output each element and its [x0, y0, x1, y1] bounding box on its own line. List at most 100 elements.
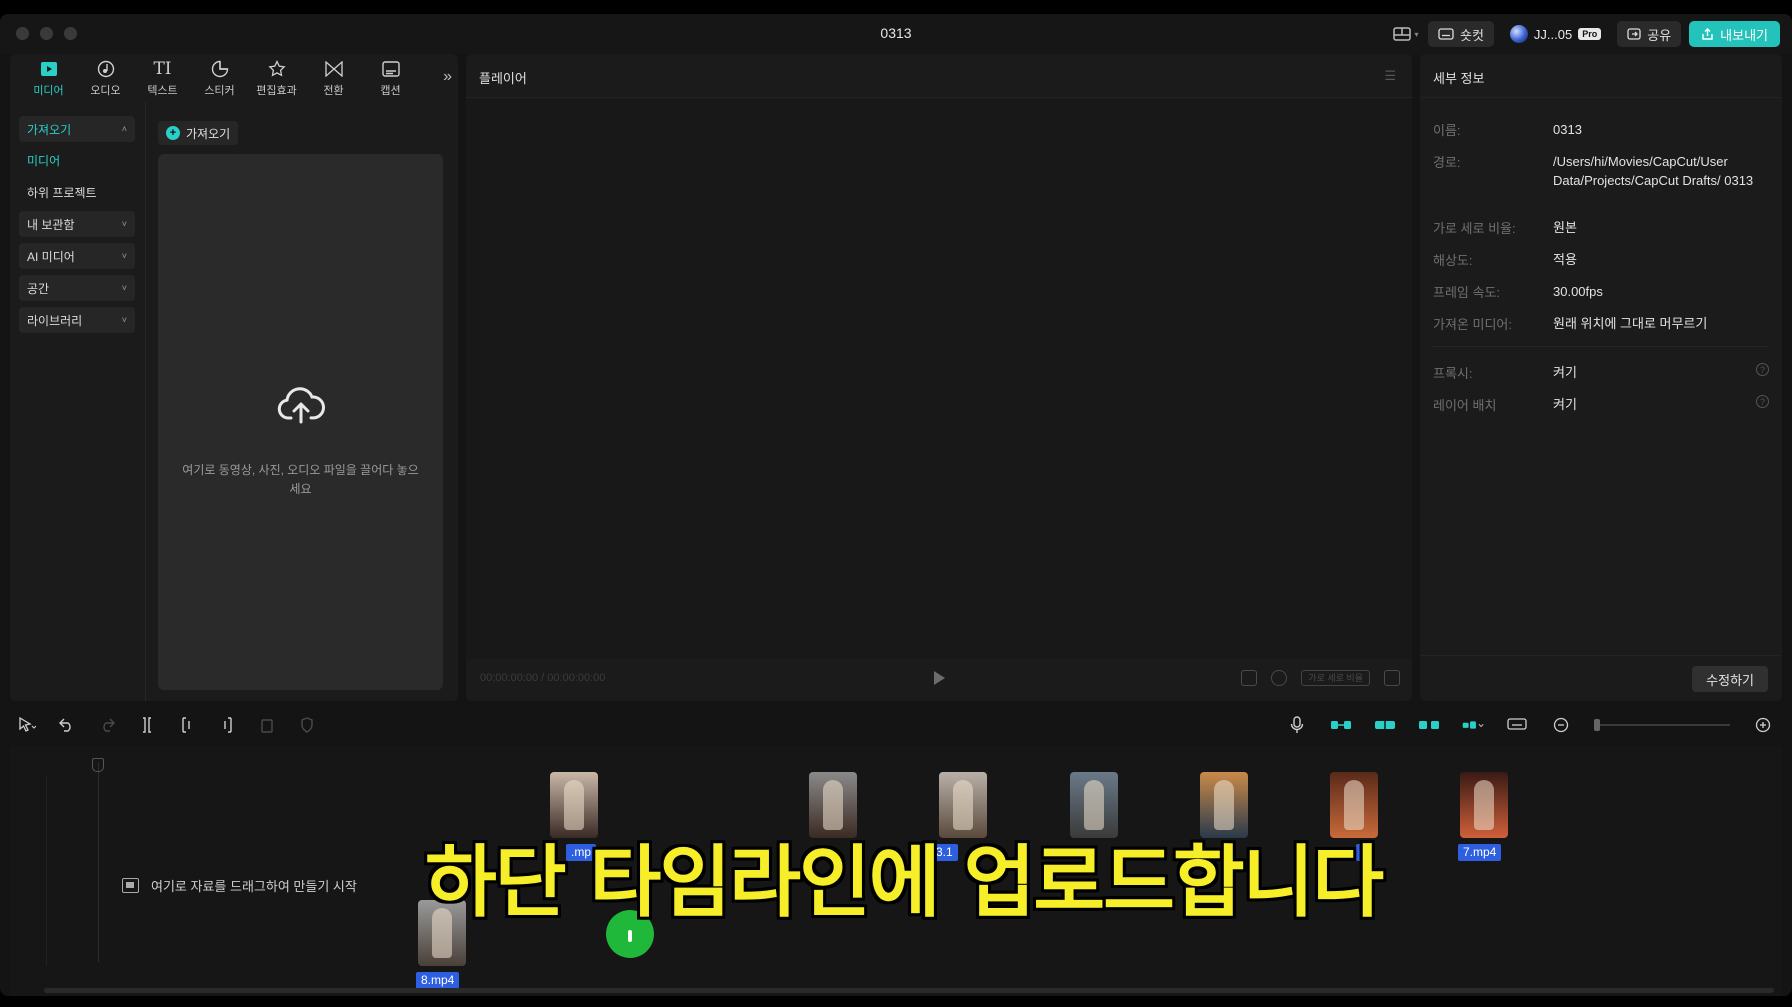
- details-footer: 수정하기: [1420, 655, 1782, 701]
- magnet-snap-icon[interactable]: [1374, 715, 1396, 735]
- nav-library-label: 라이브러리: [27, 313, 83, 328]
- timeline-drop-hint-text: 여기로 자료를 드래그하여 만들기 시작: [151, 879, 357, 894]
- export-icon: [1702, 27, 1713, 40]
- crop-icon[interactable]: [1271, 670, 1288, 686]
- media-dropzone[interactable]: 여기로 동영상, 사진, 오디오 파일을 끌어다 놓으세요: [158, 154, 443, 690]
- share-icon: [1627, 28, 1641, 40]
- layout-toggle-icon[interactable]: ▾: [1392, 21, 1420, 47]
- title-bar-actions: ▾ 숏컷 JJ...05 Pro 공유 내보내기: [1392, 20, 1780, 48]
- timeline-edit-tools: [18, 716, 316, 734]
- more-tabs-icon[interactable]: »: [443, 68, 452, 86]
- prop-key: 가져온 미디어:: [1433, 317, 1512, 332]
- nav-my-storage[interactable]: 내 보관함 ˅: [19, 211, 135, 237]
- player-panel: 플레이어 ☰ 00:00:00:00 / 00:00:00:00 가로 세로 비…: [466, 54, 1412, 701]
- shield-icon[interactable]: [298, 716, 316, 734]
- tab-transition[interactable]: 전환: [305, 54, 362, 102]
- keyboard-icon: [1438, 28, 1454, 40]
- track-divider: [46, 776, 47, 966]
- preview-axis-icon[interactable]: [1462, 715, 1484, 735]
- prop-value: 켜기: [1553, 397, 1577, 412]
- details-title: 세부 정보: [1433, 71, 1485, 86]
- zoom-slider-knob[interactable]: [1594, 719, 1600, 731]
- nav-import-label: 가져오기: [27, 122, 72, 137]
- nav-sub-project-label: 하위 프로젝트: [27, 185, 97, 200]
- details-header: 세부 정보: [1420, 54, 1782, 98]
- fullscreen-icon[interactable]: [1384, 670, 1400, 686]
- split-left-icon[interactable]: [178, 716, 196, 734]
- select-cursor-icon[interactable]: [18, 716, 36, 734]
- caption-track-icon[interactable]: [1506, 715, 1528, 735]
- zoom-in-icon[interactable]: [1752, 715, 1774, 735]
- player-title: 플레이어: [479, 71, 527, 86]
- nav-import[interactable]: 가져오기 ˄: [19, 116, 135, 142]
- tab-effects[interactable]: 편집효과: [248, 54, 305, 102]
- edit-button[interactable]: 수정하기: [1692, 666, 1768, 692]
- tab-transition-label: 전환: [323, 84, 344, 97]
- menu-icon[interactable]: ☰: [1384, 68, 1396, 84]
- prop-proxy: 프록시: 켜기 ?: [1433, 363, 1769, 382]
- prop-value: 원본: [1553, 220, 1577, 235]
- tab-effects-label: 편집효과: [256, 84, 297, 97]
- redo-icon[interactable]: [98, 716, 116, 734]
- nav-library[interactable]: 라이브러리 ˅: [19, 307, 135, 333]
- nav-space[interactable]: 공간 ˅: [19, 275, 135, 301]
- aspect-ratio-button[interactable]: 가로 세로 비율: [1301, 670, 1370, 686]
- split-icon[interactable]: [138, 716, 156, 734]
- tab-media[interactable]: 미디어: [20, 54, 77, 102]
- sticker-icon: [211, 59, 229, 79]
- shortcut-button[interactable]: 숏컷: [1428, 21, 1494, 47]
- prop-value: 0313: [1553, 122, 1582, 137]
- delete-icon[interactable]: [258, 716, 276, 734]
- linkage-icon[interactable]: [1418, 715, 1440, 735]
- link-main-track-icon[interactable]: [1330, 715, 1352, 735]
- tool-tabs: 미디어 오디오 TI 텍스트 스티커 편집효과 전환 캡션 »: [10, 54, 458, 102]
- timeline-scrollbar[interactable]: [44, 988, 1774, 993]
- tab-text[interactable]: TI 텍스트: [134, 54, 191, 102]
- player-canvas[interactable]: [466, 99, 1412, 659]
- upload-cloud-icon: [277, 387, 325, 424]
- import-chip-label: 가져오기: [186, 126, 231, 141]
- share-button[interactable]: 공유: [1617, 21, 1682, 47]
- zoom-slider[interactable]: [1594, 719, 1730, 731]
- prop-imported-media: 가져온 미디어: 원래 위치에 그대로 머무르기: [1433, 314, 1769, 333]
- clip-thumbnail: [1460, 772, 1508, 838]
- pro-badge: Pro: [1578, 28, 1602, 40]
- media-icon: [40, 59, 58, 79]
- divider: [1433, 346, 1769, 347]
- nav-ai-media[interactable]: AI 미디어 ˅: [19, 243, 135, 269]
- split-right-icon[interactable]: [218, 716, 236, 734]
- caption-icon: [381, 59, 400, 79]
- transition-icon: [324, 59, 343, 79]
- nav-media-label: 미디어: [27, 153, 61, 168]
- dragged-clip[interactable]: 7.mp4: [1458, 772, 1508, 861]
- tab-audio-label: 오디오: [90, 84, 121, 97]
- tab-caption[interactable]: 캡션: [362, 54, 419, 102]
- tab-sticker[interactable]: 스티커: [191, 54, 248, 102]
- player-control-icons: 가로 세로 비율: [1241, 670, 1400, 686]
- nav-media[interactable]: 미디어: [19, 147, 135, 173]
- grid-view-icon[interactable]: [1241, 670, 1258, 686]
- help-icon[interactable]: ?: [1756, 363, 1769, 376]
- timeline-drop-hint: 여기로 자료를 드래그하여 만들기 시작: [122, 876, 357, 895]
- zoom-out-icon[interactable]: [1550, 715, 1572, 735]
- help-icon[interactable]: ?: [1756, 395, 1769, 408]
- text-icon: TI: [153, 58, 172, 79]
- prop-key: 이름:: [1433, 123, 1461, 138]
- prop-key: 가로 세로 비율:: [1433, 221, 1516, 236]
- microphone-icon[interactable]: [1286, 715, 1308, 735]
- prop-value: 원래 위치에 그대로 머무르기: [1553, 316, 1708, 331]
- export-button[interactable]: 내보내기: [1689, 21, 1780, 47]
- user-account-button[interactable]: JJ...05 Pro: [1502, 21, 1609, 47]
- dropzone-text: 여기로 동영상, 사진, 오디오 파일을 끌어다 놓으세요: [182, 463, 419, 496]
- prop-name: 이름: 0313: [1433, 120, 1769, 139]
- plus-icon: +: [166, 126, 180, 140]
- play-icon[interactable]: [934, 671, 945, 685]
- nav-sub-project[interactable]: 하위 프로젝트: [19, 179, 135, 205]
- nav-my-storage-label: 내 보관함: [27, 217, 75, 232]
- nav-ai-media-label: AI 미디어: [27, 249, 75, 264]
- title-bar: 0313 ▾ 숏컷 JJ...05 Pro 공유 내보내기: [0, 14, 1792, 54]
- playhead-handle[interactable]: [92, 758, 104, 772]
- tab-audio[interactable]: 오디오: [77, 54, 134, 102]
- import-chip[interactable]: + 가져오기: [158, 121, 239, 145]
- undo-icon[interactable]: [58, 716, 76, 734]
